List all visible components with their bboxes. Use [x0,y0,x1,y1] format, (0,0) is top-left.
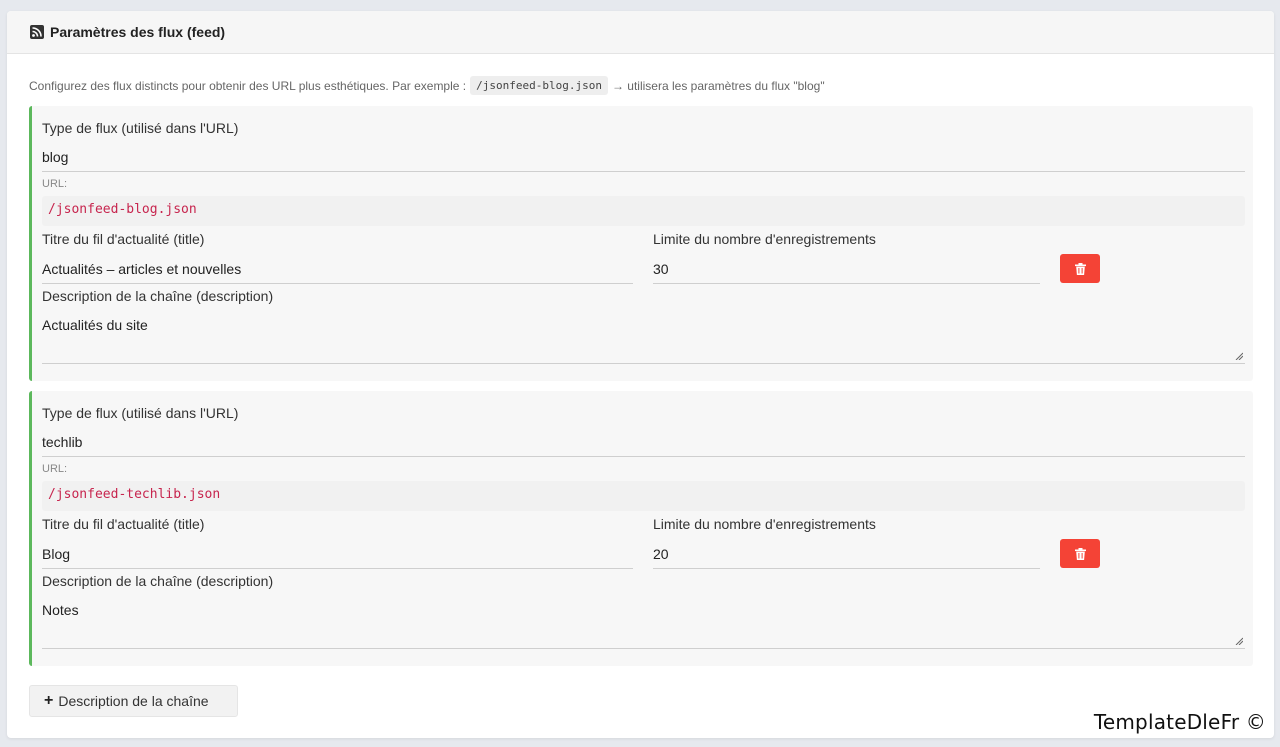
feed-type-label: Type de flux (utilisé dans l'URL) [42,405,239,421]
add-feed-button[interactable]: + Description de la chaîne [29,685,238,717]
feed-item: Type de flux (utilisé dans l'URL) blog U… [29,106,1253,381]
plus-icon: + [44,692,54,709]
feed-item: Type de flux (utilisé dans l'URL) techli… [29,391,1253,666]
feed-title-input[interactable]: Actualités – articles et nouvelles [42,258,633,284]
feed-title-input[interactable]: Blog [42,543,633,569]
feed-type-input[interactable]: techlib [42,431,1245,457]
watermark: TemplateDleFr © [1093,710,1266,734]
feed-title-label: Titre du fil d'actualité (title) [42,231,205,247]
delete-feed-button[interactable] [1060,539,1100,568]
feed-type-label: Type de flux (utilisé dans l'URL) [42,120,239,136]
intro-text: Configurez des flux distincts pour obten… [29,76,825,95]
panel-header: Paramètres des flux (feed) [7,11,1274,54]
feed-limit-label: Limite du nombre d'enregistrements [653,231,876,247]
trash-icon [1074,262,1086,275]
feed-description-textarea[interactable]: Notes [42,599,1245,649]
resize-grip-icon[interactable] [1235,637,1243,645]
panel-title: Paramètres des flux (feed) [50,24,226,40]
intro-code-example: /jsonfeed-blog.json [470,76,608,95]
intro-text-after: → utilisera les paramètres du flux "blog… [611,78,825,93]
feed-description-label: Description de la chaîne (description) [42,288,274,304]
add-feed-button-label: Description de la chaîne [58,693,209,709]
feed-type-input[interactable]: blog [42,146,1245,172]
feed-url-label: URL: [42,178,68,190]
feed-limit-label: Limite du nombre d'enregistrements [653,516,876,532]
feed-url-value: /jsonfeed-blog.json [42,196,1245,226]
resize-grip-icon[interactable] [1235,352,1243,360]
intro-text-before: Configurez des flux distincts pour obten… [29,78,467,93]
feed-limit-input[interactable]: 20 [653,543,1040,569]
feed-settings-panel: Paramètres des flux (feed) Configurez de… [7,11,1274,738]
delete-feed-button[interactable] [1060,254,1100,283]
feed-title-label: Titre du fil d'actualité (title) [42,516,205,532]
trash-icon [1074,547,1086,560]
feed-description-label: Description de la chaîne (description) [42,573,274,589]
feed-limit-input[interactable]: 30 [653,258,1040,284]
feed-description-textarea[interactable]: Actualités du site [42,314,1245,364]
rss-icon [30,25,44,39]
feed-url-value: /jsonfeed-techlib.json [42,481,1245,511]
feed-url-label: URL: [42,463,68,475]
